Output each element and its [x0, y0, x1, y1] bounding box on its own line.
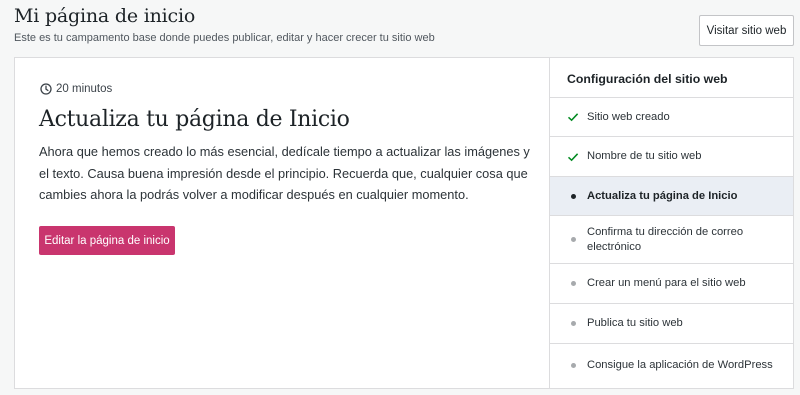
- bullet-icon: [567, 234, 579, 246]
- visit-site-button[interactable]: Visitar sitio web: [699, 15, 794, 46]
- checklist-item-label: Confirma tu dirección de correo electrón…: [587, 225, 744, 253]
- checklist-item[interactable]: Publica tu sitio web: [550, 304, 793, 344]
- checklist-item-label: Crear un menú para el sitio web: [587, 277, 746, 289]
- checklist-title: Configuración del sitio web: [550, 58, 793, 98]
- edit-homepage-button[interactable]: Editar la página de inicio: [39, 226, 175, 255]
- bullet-icon: [567, 318, 579, 330]
- checklist-item[interactable]: Actualiza tu página de Inicio: [550, 177, 793, 216]
- task-panel: 20 minutos Actualiza tu página de Inicio…: [15, 58, 549, 388]
- page-subtitle: Este es tu campamento base donde puedes …: [14, 32, 435, 44]
- setup-card: 20 minutos Actualiza tu página de Inicio…: [14, 57, 794, 389]
- checklist-item[interactable]: Consigue la aplicación de WordPress: [550, 344, 793, 387]
- task-description: Ahora que hemos creado lo más esencial, …: [39, 144, 530, 202]
- task-title: Actualiza tu página de Inicio: [39, 107, 350, 132]
- task-duration: 20 minutos: [40, 83, 112, 95]
- checkmark-icon: [567, 111, 579, 123]
- checklist-item[interactable]: Sitio web creado: [550, 98, 793, 137]
- checklist-item-label: Publica tu sitio web: [587, 317, 683, 329]
- bullet-icon: [567, 278, 579, 290]
- checklist-item[interactable]: Crear un menú para el sitio web: [550, 264, 793, 304]
- checklist-item[interactable]: Confirma tu dirección de correo electrón…: [550, 216, 793, 264]
- bullet-icon: [567, 190, 579, 202]
- checklist-item-label: Consigue la aplicación de WordPress: [587, 359, 773, 371]
- bullet-icon: [567, 360, 579, 372]
- checklist-item-label: Sitio web creado: [587, 110, 670, 123]
- checklist-item[interactable]: Nombre de tu sitio web: [550, 137, 793, 177]
- checklist-item-label: Actualiza tu página de Inicio: [587, 189, 738, 202]
- task-duration-label: 20 minutos: [56, 83, 113, 95]
- setup-checklist: Configuración del sitio web Sitio web cr…: [549, 58, 793, 388]
- page-title: Mi página de inicio: [14, 5, 196, 27]
- checkmark-icon: [567, 151, 579, 163]
- checklist-item-label: Nombre de tu sitio web: [587, 150, 702, 162]
- clock-icon: [40, 83, 52, 95]
